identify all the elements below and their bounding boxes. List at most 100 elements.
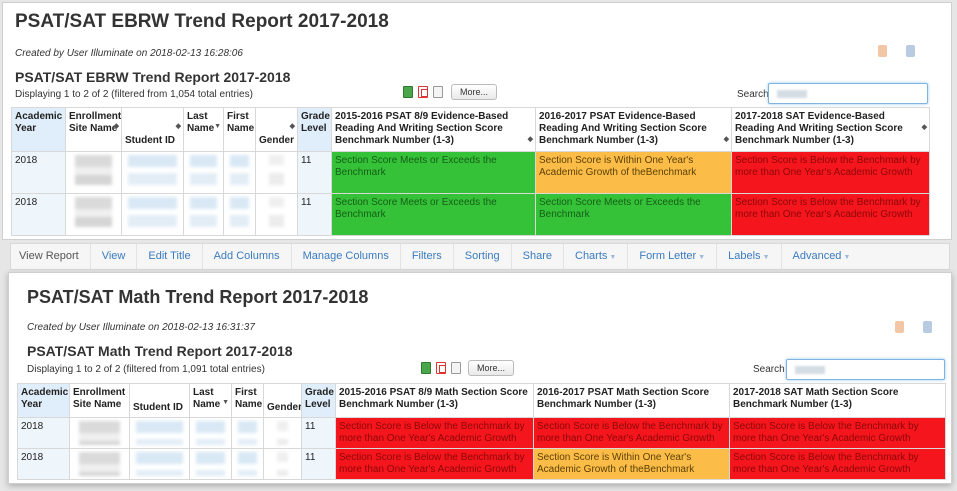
score-cell: Section Score is Within One Year's Acade…	[535, 151, 732, 194]
year-cell: 2018	[11, 151, 66, 194]
report-title: PSAT/SAT Math Trend Report 2017-2018	[27, 343, 293, 359]
sort-icon: ◆	[527, 136, 533, 143]
table-row[interactable]: 2018 11 Section Score is Below the Bench…	[17, 448, 946, 480]
table-row[interactable]: 2018 11 Section Score Meets or Exceeds t…	[11, 151, 930, 194]
nav-filters[interactable]: Filters	[399, 244, 453, 269]
score-cell: Section Score Meets or Exceeds the Bench…	[331, 193, 536, 236]
col-score-2015[interactable]: 2015-2016 PSAT 8/9 Evidence-Based Readin…	[331, 107, 536, 152]
redacted-value	[190, 155, 217, 185]
ebrw-report-card: PSAT/SAT EBRW Trend Report 2017-2018 Cre…	[2, 2, 952, 240]
nav-view-report[interactable]: View Report	[11, 244, 90, 269]
nav-labels-label: Labels	[728, 249, 761, 262]
search-value	[777, 90, 807, 98]
nav-add-columns[interactable]: Add Columns	[201, 244, 291, 269]
col-label: 2017-2018 SAT Math Section Score Benchma…	[733, 387, 899, 410]
gender-cell	[255, 151, 298, 194]
excel-export-icon[interactable]	[421, 362, 431, 374]
score-cell: Section Score is Within One Year's Acade…	[533, 448, 730, 480]
created-by-text: Created by User Illuminate on 2018-02-13…	[27, 322, 255, 333]
sort-down-icon: ▼	[214, 123, 221, 130]
search-input[interactable]	[786, 359, 945, 380]
col-label: 2017-2018 SAT Evidence-Based Reading And…	[735, 111, 903, 146]
col-student-id[interactable]: Student ID	[129, 383, 190, 418]
col-gender[interactable]: Gender ◆	[255, 107, 298, 152]
blue-badge-icon[interactable]	[906, 45, 915, 57]
more-button[interactable]: More...	[451, 84, 498, 100]
orange-badge-icon[interactable]	[878, 45, 887, 57]
score-cell: Section Score is Below the Benchmark by …	[731, 193, 930, 236]
nav-edit-title[interactable]: Edit Title	[136, 244, 201, 269]
col-student-id[interactable]: Student ID ◆	[121, 107, 184, 152]
redacted-value	[75, 197, 112, 227]
student-id-cell	[121, 193, 184, 236]
nav-charts-menu[interactable]: Charts ▼	[563, 243, 627, 270]
grade-cell: 11	[301, 417, 336, 449]
chevron-down-icon: ▼	[698, 253, 706, 261]
col-label: Last Name	[193, 387, 221, 410]
col-grade-level[interactable]: Grade Level	[297, 107, 332, 152]
displaying-count: Displaying 1 to 2 of 2 (filtered from 1,…	[15, 89, 253, 100]
pdf-export-icon[interactable]	[418, 86, 428, 98]
report-toolbar: View Report View Edit Title Add Columns …	[10, 243, 950, 270]
col-grade-level[interactable]: Grade Level	[301, 383, 336, 418]
more-button[interactable]: More...	[468, 360, 515, 376]
last-name-cell	[189, 448, 232, 480]
first-name-cell	[223, 193, 256, 236]
first-name-cell	[231, 417, 264, 449]
header-row: Academic Year Enrollment Site Name Stude…	[17, 383, 946, 418]
sort-down-icon: ▼	[222, 399, 229, 406]
col-academic-year[interactable]: Academic Year	[11, 107, 66, 152]
score-cell: Section Score is Below the Benchmark by …	[731, 151, 930, 194]
nav-sorting[interactable]: Sorting	[452, 244, 511, 269]
table-row[interactable]: 2018 11 Section Score is Below the Bench…	[17, 417, 946, 449]
nav-labels-menu[interactable]: Labels ▼	[716, 243, 780, 270]
excel-export-icon[interactable]	[403, 86, 413, 98]
col-label: Last Name	[187, 111, 215, 134]
gender-cell	[263, 417, 302, 449]
col-last-name[interactable]: Last Name ▼	[183, 107, 224, 152]
score-cell: Section Score is Below the Benchmark by …	[533, 417, 730, 449]
redacted-value	[128, 197, 177, 227]
document-export-icon[interactable]	[433, 86, 443, 98]
col-first-name[interactable]: First Name	[231, 383, 264, 418]
blue-badge-icon[interactable]	[923, 321, 932, 333]
col-score-2017[interactable]: 2017-2018 SAT Evidence-Based Reading And…	[731, 107, 930, 152]
col-score-2016[interactable]: 2016-2017 PSAT Math Section Score Benchm…	[533, 383, 730, 418]
col-last-name[interactable]: Last Name ▼	[189, 383, 232, 418]
col-score-2017[interactable]: 2017-2018 SAT Math Section Score Benchma…	[729, 383, 946, 418]
nav-form-letter-menu[interactable]: Form Letter ▼	[627, 243, 716, 270]
site-cell	[69, 417, 130, 449]
col-academic-year[interactable]: Academic Year	[17, 383, 70, 418]
col-first-name[interactable]: First Name	[223, 107, 256, 152]
col-label: Academic Year	[21, 387, 69, 410]
nav-manage-columns[interactable]: Manage Columns	[290, 244, 400, 269]
redacted-value	[230, 155, 249, 185]
redacted-value	[190, 197, 217, 227]
year-cell: 2018	[11, 193, 66, 236]
pdf-export-icon[interactable]	[436, 362, 446, 374]
col-score-2015[interactable]: 2015-2016 PSAT 8/9 Math Section Score Be…	[335, 383, 534, 418]
col-enrollment-site[interactable]: Enrollment Site Name ◆	[65, 107, 122, 152]
nav-share[interactable]: Share	[510, 244, 563, 269]
orange-badge-icon[interactable]	[895, 321, 904, 333]
col-label: Student ID	[125, 135, 175, 146]
col-gender[interactable]: Gender	[263, 383, 302, 418]
redacted-value	[79, 421, 120, 445]
col-label: Gender	[259, 135, 295, 146]
search-input[interactable]	[768, 83, 928, 104]
site-cell	[69, 448, 130, 480]
redacted-value	[238, 421, 257, 445]
last-name-cell	[183, 193, 224, 236]
grade-cell: 11	[301, 448, 336, 480]
year-cell: 2018	[17, 448, 70, 480]
redacted-value	[128, 155, 177, 185]
nav-advanced-menu[interactable]: Advanced ▼	[780, 243, 862, 270]
table-row[interactable]: 2018 11 Section Score Meets or Exceeds t…	[11, 193, 930, 236]
nav-form-letter-label: Form Letter	[639, 249, 697, 262]
header-row: Academic Year Enrollment Site Name ◆ Stud…	[11, 107, 930, 152]
col-enrollment-site[interactable]: Enrollment Site Name	[69, 383, 130, 418]
document-export-icon[interactable]	[451, 362, 461, 374]
nav-view[interactable]: View	[89, 244, 137, 269]
gender-cell	[263, 448, 302, 480]
col-score-2016[interactable]: 2016-2017 PSAT Evidence-Based Reading An…	[535, 107, 732, 152]
